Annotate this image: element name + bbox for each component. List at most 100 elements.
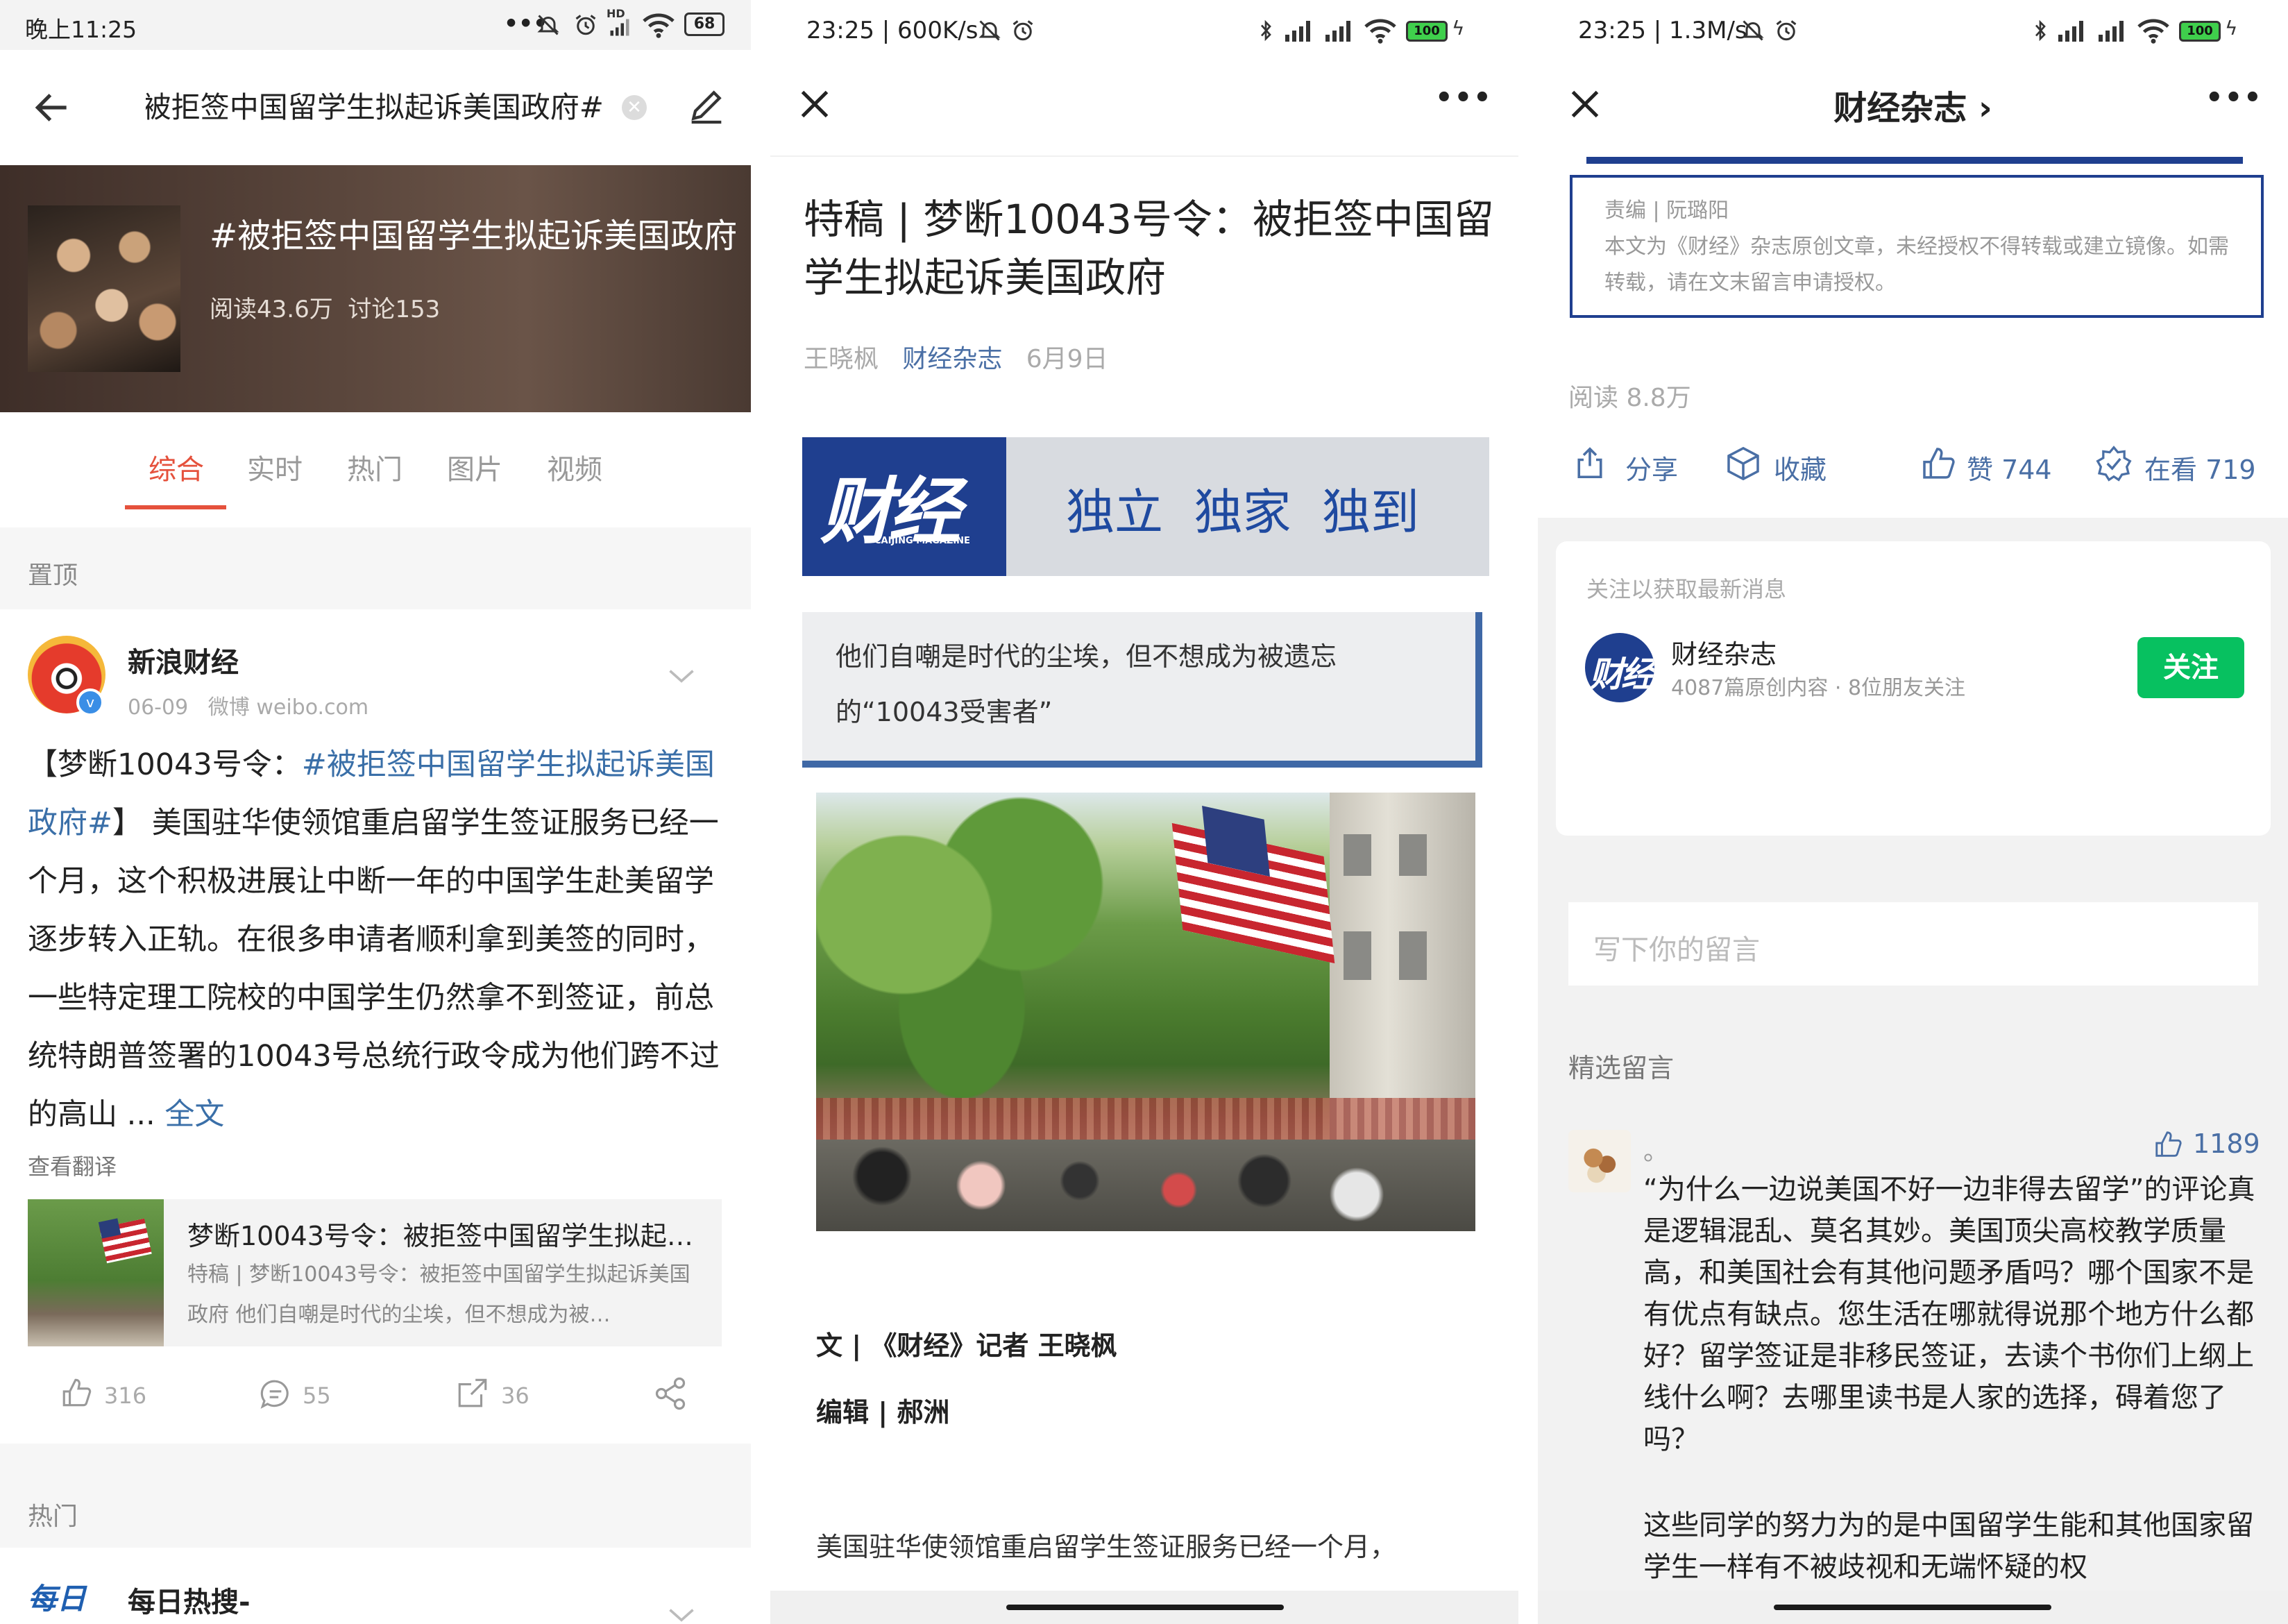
commenter-name: 。 [1643, 1137, 1669, 1166]
full-text-link[interactable]: 全文 [164, 1097, 224, 1132]
article-panel: 23:25 | 600K/s 100 ϟ ••• 特稿 | 梦断10043号令：… [770, 0, 1518, 1624]
more-icon[interactable]: ••• [2205, 82, 2263, 114]
share-icon[interactable] [1571, 444, 1609, 482]
comment-icon[interactable] [258, 1377, 293, 1412]
charging-icon: ϟ [1452, 17, 1465, 40]
wifi-icon [643, 13, 675, 38]
read-count: 阅读 8.8万 [1568, 384, 1691, 412]
account-avatar[interactable]: 财经 [1585, 633, 1654, 702]
signal-icon-2 [2099, 21, 2124, 42]
account-name: 财经杂志 [1671, 639, 1777, 670]
commenter-avatar[interactable] [1568, 1130, 1631, 1192]
pinned-bar [0, 527, 751, 609]
article-account-link[interactable]: 财经杂志 [902, 345, 1002, 373]
battery-icon: 100 [1406, 21, 1448, 42]
alarm-icon [1776, 20, 1797, 41]
tab-active-indicator [125, 505, 226, 509]
tab-pictures[interactable]: 图片 [447, 447, 502, 487]
mute-icon [978, 20, 1001, 41]
search-query: #被拒签中国留学生拟起诉美国政府# [146, 90, 604, 124]
battery-icon: 68 [684, 12, 724, 36]
topic-title: #被拒签中国留学生拟起诉美国政府 [210, 217, 738, 255]
battery-icon: 100 [2179, 21, 2221, 42]
editor-note-topbar [1586, 157, 2243, 164]
charging-icon: ϟ [2225, 17, 2238, 40]
header-divider [770, 155, 1518, 157]
alarm-icon [1012, 20, 1033, 41]
signal-icon [2058, 21, 2083, 42]
editor-note-line2: 本文为《财经》杂志原创文章，未经授权不得转载或建立镜像。如需转载，请在文末留言申… [1604, 235, 2229, 295]
favorite-cube-icon[interactable] [1724, 444, 1763, 483]
status-time-speed: 23:25 | 1.3M/s [1578, 17, 1747, 44]
post-author[interactable]: 新浪财经 [128, 640, 239, 680]
edit-icon[interactable] [684, 83, 729, 128]
byline-editor: 编辑 | 郝洲 [816, 1397, 950, 1428]
hot-label: 热门 [28, 1503, 78, 1531]
daily-hot-logo: 每日 [28, 1582, 87, 1616]
comment-placeholder: 写下你的留言 [1593, 934, 1760, 966]
article-card-title: 梦断10043号令：被拒签中国留学生拟起… [187, 1221, 693, 1251]
home-indicator[interactable] [1006, 1605, 1284, 1610]
comment-like-icon[interactable] [2153, 1128, 2185, 1160]
article-author: 王晓枫 [804, 345, 879, 373]
post-source: 微博 weibo.com [207, 695, 369, 720]
signal-icon [1285, 21, 1310, 42]
mute-icon [1742, 20, 1764, 41]
editor-note-line1: 责编 | 阮璐阳 [1604, 198, 1729, 223]
thumbs-up-icon[interactable] [1920, 444, 1958, 483]
featured-comments-label: 精选留言 [1568, 1053, 1675, 1083]
comment-text-1: “为什么一边说美国不好一边非得去留学”的评论真是逻辑混乱、莫名其妙。美国顶尖高校… [1643, 1174, 2255, 1455]
chevron-down-icon[interactable] [666, 663, 697, 688]
like-icon[interactable] [60, 1376, 94, 1410]
more-icon[interactable]: ••• [1435, 82, 1493, 114]
post-text-prefix: 【梦断10043号令： [28, 747, 302, 782]
follow-hint: 关注以获取最新消息 [1586, 576, 1787, 602]
tab-hot[interactable]: 热门 [347, 447, 402, 487]
repost-count: 36 [501, 1382, 529, 1409]
search-field[interactable]: #被拒签中国留学生拟起诉美国政府# [146, 83, 604, 132]
article-paragraph: 美国驻华使领馆重启留学生签证服务已经一个月， [816, 1532, 1397, 1562]
tab-videos[interactable]: 视频 [547, 447, 602, 487]
comment-like-count: 1189 [2193, 1128, 2260, 1159]
home-indicator[interactable] [1774, 1605, 2051, 1610]
hot-bar [0, 1444, 751, 1548]
topic-thumbnail [28, 205, 180, 372]
watching-label[interactable]: 在看 719 [2144, 448, 2256, 487]
article-card-thumbnail [28, 1199, 164, 1346]
share-icon[interactable] [652, 1376, 688, 1412]
bluetooth-icon [2035, 19, 2046, 42]
mute-icon [537, 15, 559, 35]
like-label[interactable]: 赞 744 [1967, 448, 2052, 487]
post-meta: 06-09 微博 weibo.com [128, 690, 368, 720]
post-text: 【梦断10043号令：#被拒签中国留学生拟起诉美国政府#】 美国驻华使领馆重启留… [28, 736, 722, 1144]
clear-icon[interactable]: ✕ [622, 95, 647, 120]
account-meta: 4087篇原创内容 · 8位朋友关注 [1671, 676, 1966, 700]
account-avatar-logo: 财经 [1589, 654, 1654, 695]
back-arrow-icon[interactable] [31, 86, 74, 129]
share-label[interactable]: 分享 [1625, 448, 1678, 487]
follow-button[interactable]: 关注 [2137, 637, 2244, 698]
wifi-icon [1364, 19, 1396, 44]
next-post-author[interactable]: 每日热搜- [128, 1580, 251, 1620]
close-icon[interactable] [794, 83, 836, 125]
bluetooth-icon [1260, 19, 1271, 42]
watching-icon[interactable] [2094, 444, 2133, 483]
topic-stats: 阅读43.6万 讨论153 [210, 290, 440, 324]
nav-account-title[interactable]: 财经杂志 › [1538, 81, 2288, 129]
article-photo [816, 793, 1475, 1231]
banner-slogan: 独立 独家 独到 [1066, 484, 1420, 541]
article-meta: 王晓枫 财经杂志 6月9日 [804, 339, 1108, 375]
post-date: 06-09 [128, 695, 189, 720]
weibo-panel: 晚上11:25 ••• HD 68 #被拒签中国留学生拟起诉美国政府# ✕ #被… [0, 0, 751, 1624]
tab-realtime[interactable]: 实时 [247, 447, 303, 487]
tab-comprehensive[interactable]: 综合 [149, 447, 204, 487]
comment-count: 55 [303, 1382, 331, 1409]
topic-reads: 阅读43.6万 [210, 296, 333, 323]
byline-writer: 文 | 《财经》记者 王晓枫 [816, 1330, 1117, 1361]
repost-icon[interactable] [455, 1376, 490, 1410]
chevron-down-icon-2[interactable] [666, 1606, 697, 1624]
translate-link[interactable]: 查看翻译 [28, 1149, 117, 1181]
article-card-desc: 特稿 | 梦断10043号令：被拒签中国留学生拟起诉美国政府 他们自嘲是时代的尘… [187, 1262, 690, 1327]
signal-icon [610, 19, 629, 36]
favorite-label[interactable]: 收藏 [1774, 448, 1827, 487]
